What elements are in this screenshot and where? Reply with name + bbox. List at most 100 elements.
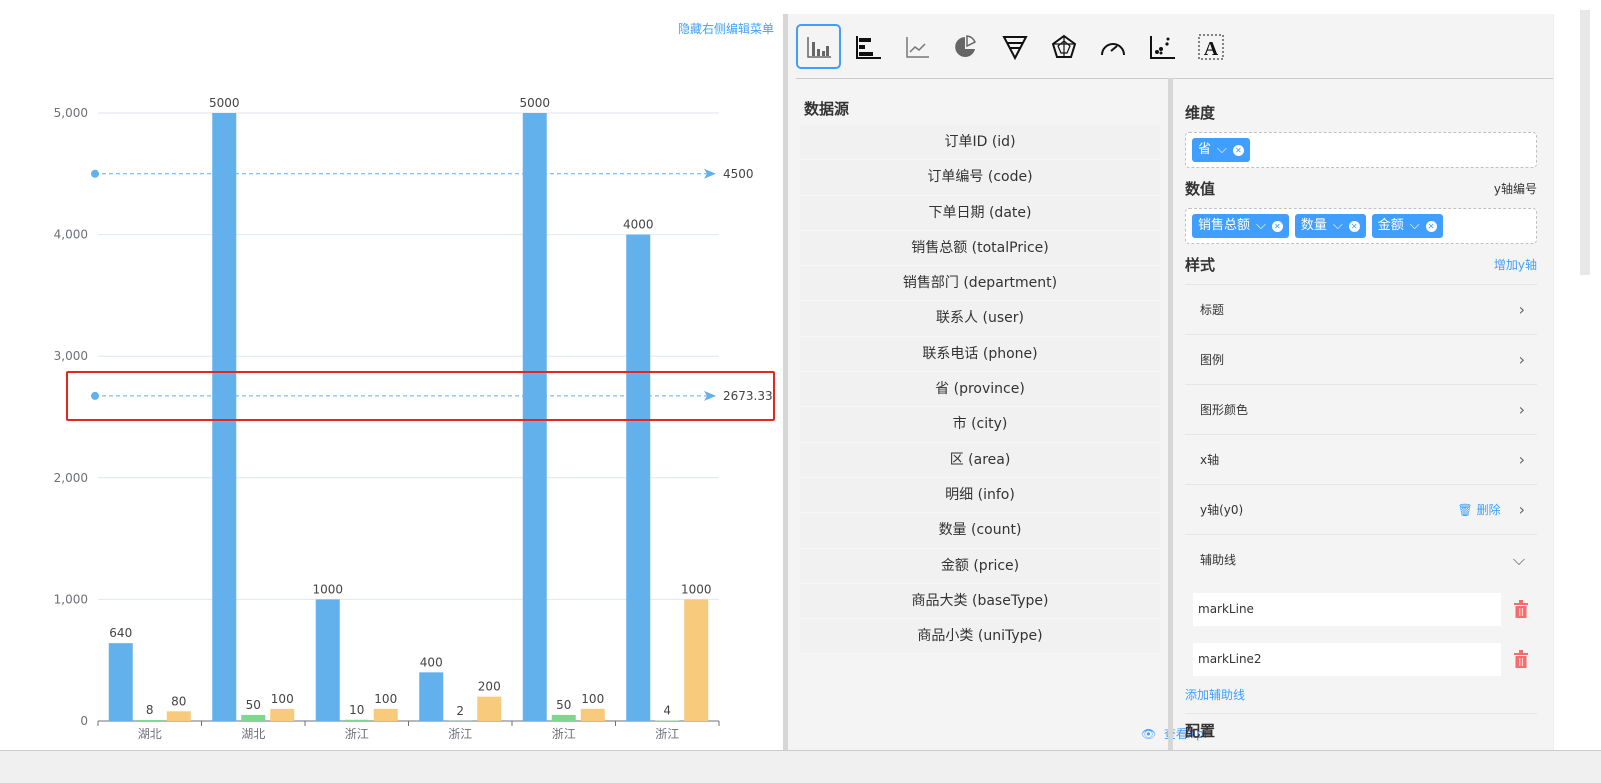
datasource-field[interactable]: 订单ID (id) <box>800 125 1160 161</box>
bar-data-label: 1000 <box>312 582 343 596</box>
bar-data-label: 50 <box>556 698 571 712</box>
datasource-list: 数据源 订单ID (id) 订单编号 (code) 下单日期 (date) 销售总额 … <box>800 98 1160 655</box>
value-tag[interactable]: 数量 ⌵ ✕ <box>1294 214 1366 238</box>
datasource-field[interactable]: 联系电话 (phone) <box>800 336 1160 373</box>
markline-name-input[interactable] <box>1193 642 1501 676</box>
style-row-label: 辅助线 <box>1200 553 1237 567</box>
chevron-right-icon: › <box>1518 300 1525 319</box>
bar-data-label: 2 <box>456 704 464 718</box>
style-row[interactable]: y轴(y0) 🗑 删除 › <box>1185 484 1537 534</box>
horizontal-bar-chart-icon <box>855 35 881 59</box>
style-row[interactable]: 辅助线 ⌵ <box>1185 534 1537 584</box>
datasource-field[interactable]: 区 (area) <box>800 442 1160 478</box>
bar-data-label: 8 <box>146 703 154 717</box>
remove-tag-icon[interactable]: ✕ <box>1232 144 1244 156</box>
bottom-bar <box>0 750 1601 783</box>
value-tag[interactable]: 金额 ⌵ ✕ <box>1371 214 1443 238</box>
chevron-right-icon: › <box>1518 500 1525 519</box>
gauge-chart-button[interactable] <box>1090 24 1135 69</box>
datasource-field[interactable]: 数量 (count) <box>800 513 1160 549</box>
tag-label: 金额 <box>1377 218 1404 233</box>
add-yaxis-link[interactable]: 增加y轴 <box>1494 250 1537 280</box>
bar-data-label: 400 <box>420 655 443 669</box>
x-tick-label: 湖北 <box>241 726 265 741</box>
dimension-dropzone[interactable]: 省 ⌵ ✕ <box>1185 132 1537 168</box>
style-row-label: x轴 <box>1200 453 1220 467</box>
hide-right-menu-link[interactable]: 隐藏右侧编辑菜单 <box>678 20 774 37</box>
bar <box>241 714 266 721</box>
bar <box>551 714 576 721</box>
editor-panel: A 数据源 订单ID (id) 订单编号 (code) 下单日期 (date) 销售总… <box>783 14 1553 758</box>
bar-data-label: 100 <box>271 692 294 706</box>
tag-label: 数量 <box>1300 218 1327 233</box>
datasource-field[interactable]: 省 (province) <box>800 372 1160 408</box>
horizontal-bar-chart-button[interactable] <box>845 24 890 69</box>
y-tick-label: 3,000 <box>54 349 88 363</box>
bar-data-label: 4 <box>663 704 671 718</box>
style-row-label: 图例 <box>1200 353 1225 367</box>
delete-yaxis-button[interactable]: 🗑 删除 <box>1458 501 1501 518</box>
style-row-label: 图形颜色 <box>1200 403 1249 417</box>
datasource-field[interactable]: 联系人 (user) <box>800 301 1160 337</box>
datasource-field[interactable]: 金额 (price) <box>800 548 1160 584</box>
datasource-title: 数据源 <box>804 100 850 118</box>
trash-icon[interactable] <box>1513 650 1529 668</box>
remove-tag-icon[interactable]: ✕ <box>1271 220 1283 232</box>
setting-title: 配置 <box>1185 722 1216 740</box>
pie-chart-button[interactable] <box>943 24 988 69</box>
datasource-field[interactable]: 销售部门 (department) <box>800 266 1160 302</box>
bar <box>344 719 369 721</box>
add-markline-link[interactable]: 添加辅助线 <box>1185 684 1537 714</box>
datasource-field[interactable]: 商品小类 (uniType) <box>800 619 1160 655</box>
chevron-right-icon: › <box>1518 450 1525 469</box>
datasource-field[interactable]: 下单日期 (date) <box>800 195 1160 231</box>
style-row[interactable]: 标题 › <box>1185 284 1537 334</box>
funnel-chart-button[interactable] <box>992 24 1037 69</box>
bar-data-label: 640 <box>109 626 132 640</box>
style-row-label: 标题 <box>1200 303 1225 317</box>
markline-name-input[interactable] <box>1193 592 1501 626</box>
style-title: 样式 <box>1185 256 1216 274</box>
text-icon: A <box>1198 34 1223 60</box>
bar-chart-button[interactable] <box>796 24 841 69</box>
bar-data-label: 100 <box>374 692 397 706</box>
datasource-field[interactable]: 商品大类 (baseType) <box>800 583 1160 620</box>
yaxis-number-label: y轴编号 <box>1493 182 1537 196</box>
markline-label: 4500 <box>723 167 754 181</box>
style-row[interactable]: 图例 › <box>1185 334 1537 384</box>
style-row[interactable]: x轴 › <box>1185 434 1537 484</box>
bar-data-label: 10 <box>349 703 364 717</box>
remove-tag-icon[interactable]: ✕ <box>1348 220 1360 232</box>
datasource-field[interactable]: 市 (city) <box>800 407 1160 443</box>
value-dropzone[interactable]: 销售总额 ⌵ ✕ 数量 ⌵ ✕ 金额 ⌵ ✕ <box>1185 208 1537 244</box>
chart-type-toolbar: A <box>796 24 1233 69</box>
style-row[interactable]: 图形颜色 › <box>1185 384 1537 434</box>
tag-label: 销售总额 <box>1198 218 1251 233</box>
datasource-field[interactable]: 明细 (info) <box>800 477 1160 514</box>
remove-tag-icon[interactable]: ✕ <box>1425 220 1437 232</box>
bar <box>108 643 133 721</box>
bar <box>626 234 651 721</box>
scatter-chart-button[interactable] <box>1139 24 1184 69</box>
datasource-field[interactable]: 订单编号 (code) <box>800 160 1160 196</box>
chevron-down-icon: ⌵ <box>1217 142 1227 157</box>
y-tick-label: 4,000 <box>54 228 88 242</box>
bar-data-label: 5000 <box>519 96 550 110</box>
bar-data-label: 50 <box>246 698 261 712</box>
datasource-field[interactable]: 销售总额 (totalPrice) <box>800 230 1160 267</box>
y-tick-label: 5,000 <box>54 106 88 120</box>
style-section: 样式 增加y轴 <box>1185 250 1537 280</box>
value-section: 数值 y轴编号 <box>1185 174 1537 204</box>
bar <box>166 711 191 721</box>
radar-chart-icon <box>1051 34 1076 58</box>
x-tick-label: 浙江 <box>655 727 679 741</box>
trash-icon[interactable] <box>1513 600 1529 618</box>
value-tag[interactable]: 销售总额 ⌵ ✕ <box>1192 214 1289 238</box>
scrollbar[interactable] <box>1580 10 1590 275</box>
radar-chart-button[interactable] <box>1041 24 1086 69</box>
text-widget-button[interactable]: A <box>1188 24 1233 69</box>
tag-label: 省 <box>1198 142 1212 157</box>
y-tick-label: 1,000 <box>54 592 88 606</box>
dimension-tag[interactable]: 省 ⌵ ✕ <box>1192 138 1250 162</box>
line-chart-button[interactable] <box>894 24 939 69</box>
